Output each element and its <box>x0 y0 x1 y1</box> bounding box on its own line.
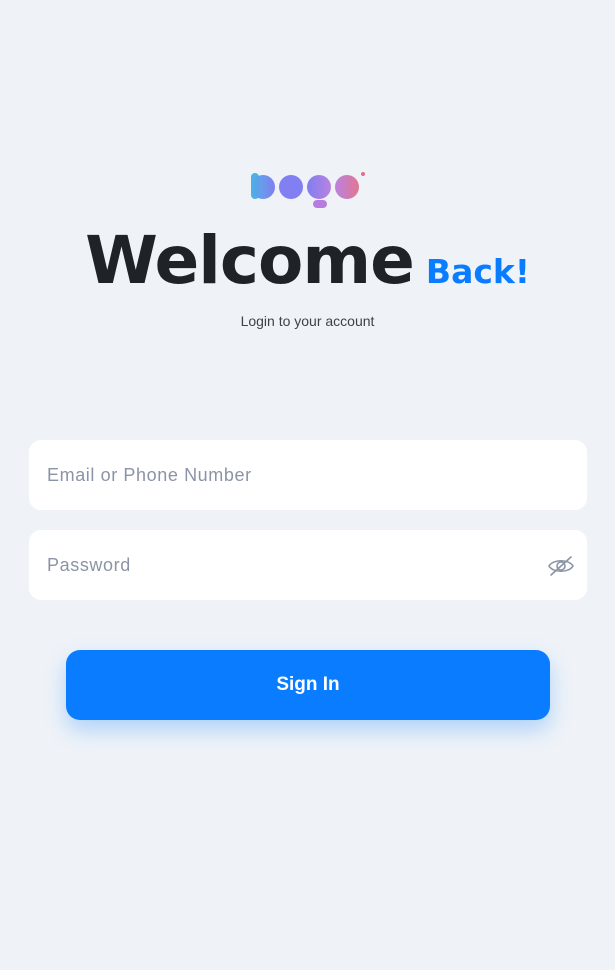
sign-in-button[interactable]: Sign In <box>66 650 550 720</box>
eye-off-icon[interactable] <box>547 555 575 577</box>
logo-icon <box>251 172 365 208</box>
brand-logo <box>249 170 367 212</box>
page-subtitle: Login to your account <box>240 313 375 329</box>
password-input[interactable] <box>29 530 587 600</box>
page-title: Welcome Back! <box>0 222 615 299</box>
password-field-container <box>29 530 587 600</box>
email-field-container <box>29 440 587 510</box>
title-back: Back! <box>425 252 530 291</box>
title-welcome: Welcome <box>85 222 415 299</box>
email-input[interactable] <box>29 440 587 510</box>
